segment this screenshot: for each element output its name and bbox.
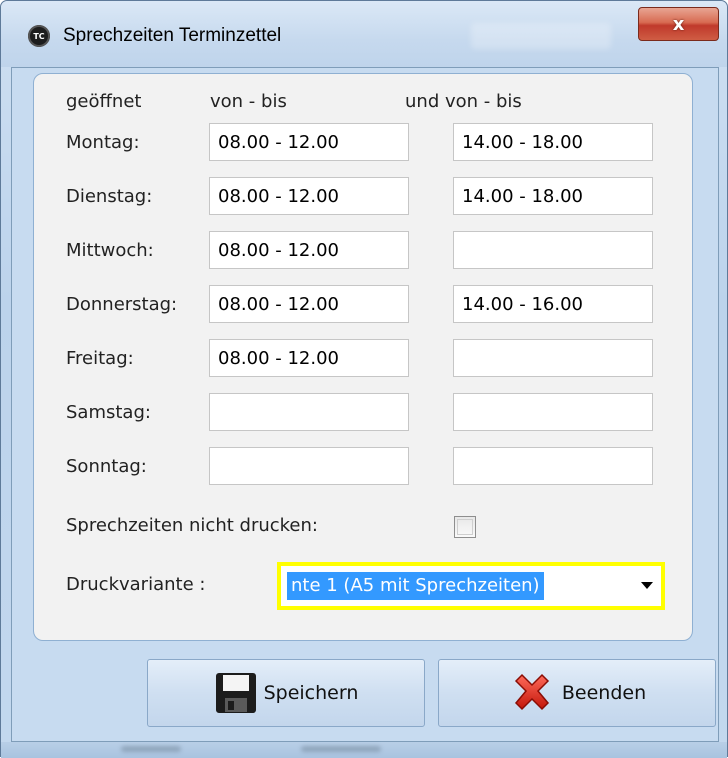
status-smudge	[301, 746, 381, 752]
floppy-disk-icon	[214, 671, 258, 715]
no-print-label: Sprechzeiten nicht drucken:	[66, 515, 318, 536]
montag-first-input[interactable]: 08.00 - 12.00	[209, 123, 409, 161]
day-label-samstag: Samstag:	[66, 402, 151, 423]
close-button[interactable]: x	[638, 7, 719, 41]
dienstag-first-input[interactable]: 08.00 - 12.00	[209, 177, 409, 215]
day-label-donnerstag: Donnerstag:	[66, 294, 178, 315]
dienstag-second-input[interactable]: 14.00 - 18.00	[453, 177, 653, 215]
header-open: geöffnet	[66, 91, 142, 112]
sonntag-first-input[interactable]	[209, 447, 409, 485]
freitag-first-input[interactable]: 08.00 - 12.00	[209, 339, 409, 377]
header-from-to: von - bis	[210, 91, 287, 112]
mittwoch-second-input[interactable]	[453, 231, 653, 269]
exit-button-label: Beenden	[561, 682, 647, 704]
sonntag-second-input[interactable]	[453, 447, 653, 485]
print-variant-label: Druckvariante :	[66, 574, 206, 595]
montag-second-input[interactable]: 14.00 - 18.00	[453, 123, 653, 161]
exit-button[interactable]: Beenden	[438, 659, 716, 727]
window-title: Sprechzeiten Terminzettel	[63, 25, 282, 46]
dialog-window: TC Sprechzeiten Terminzettel x geöffnet …	[0, 0, 728, 758]
close-icon: x	[672, 13, 685, 35]
app-icon: TC	[28, 25, 50, 47]
samstag-first-input[interactable]	[209, 393, 409, 431]
print-variant-select[interactable]: nte 1 (A5 mit Sprechzeiten)	[277, 562, 665, 610]
header-and-from-to: und von - bis	[405, 91, 522, 112]
day-label-montag: Montag:	[66, 132, 140, 153]
freitag-second-input[interactable]	[453, 339, 653, 377]
save-button[interactable]: Speichern	[147, 659, 425, 727]
day-label-freitag: Freitag:	[66, 348, 134, 369]
mittwoch-first-input[interactable]: 08.00 - 12.00	[209, 231, 409, 269]
status-bar	[1, 742, 727, 758]
print-variant-value: nte 1 (A5 mit Sprechzeiten)	[287, 572, 544, 600]
day-label-sonntag: Sonntag:	[66, 456, 147, 477]
day-label-dienstag: Dienstag:	[66, 186, 153, 207]
save-button-label: Speichern	[263, 682, 359, 704]
day-label-mittwoch: Mittwoch:	[66, 240, 154, 261]
donnerstag-first-input[interactable]: 08.00 - 12.00	[209, 285, 409, 323]
title-bar-blur	[471, 23, 611, 49]
samstag-second-input[interactable]	[453, 393, 653, 431]
status-smudge	[121, 746, 181, 752]
donnerstag-second-input[interactable]: 14.00 - 16.00	[453, 285, 653, 323]
chevron-down-icon[interactable]	[641, 582, 653, 589]
red-x-icon	[508, 669, 556, 717]
title-bar[interactable]: TC Sprechzeiten Terminzettel x	[1, 1, 727, 67]
no-print-checkbox[interactable]	[454, 516, 476, 538]
